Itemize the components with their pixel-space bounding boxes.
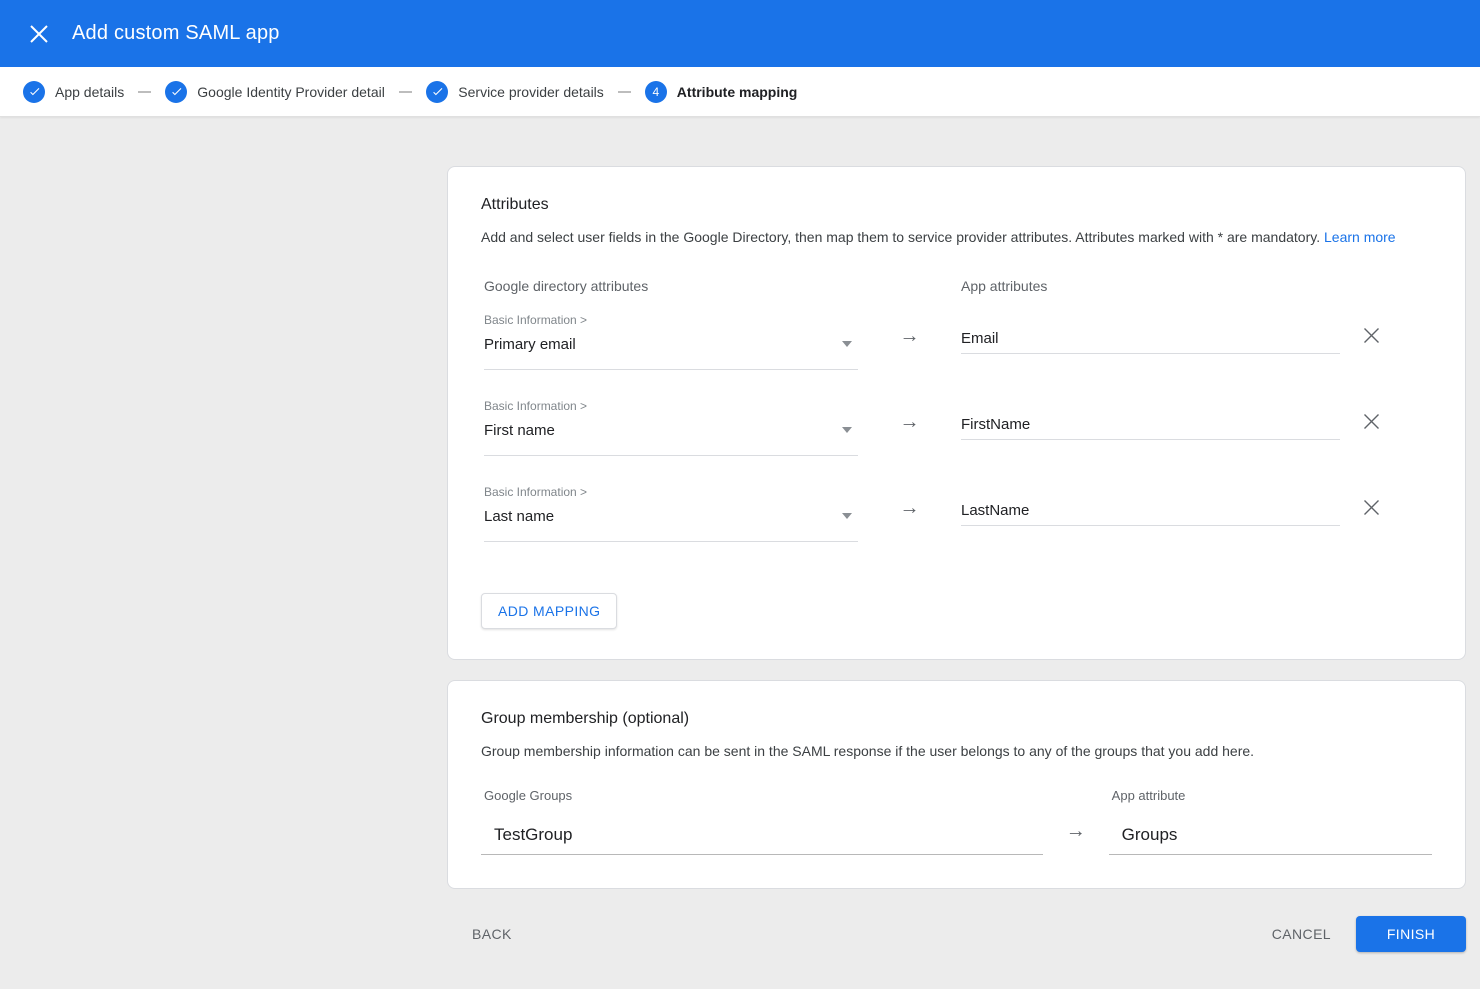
step-label: Google Identity Provider details	[197, 84, 385, 100]
column-headers: Google directory attributes App attribut…	[481, 276, 1432, 296]
remove-mapping-button[interactable]	[1358, 322, 1384, 348]
mapping-arrow-cell: →	[858, 398, 961, 456]
step-number-circle: 4	[645, 81, 667, 103]
directory-attribute-select[interactable]: Basic Information > Primary email	[481, 312, 858, 370]
selected-attribute-value: First name	[484, 421, 555, 441]
group-membership-card: Group membership (optional) Group member…	[447, 680, 1466, 889]
attributes-card-description: Add and select user fields in the Google…	[481, 227, 1432, 247]
group-app-attribute-input[interactable]	[1109, 823, 1432, 855]
selected-attribute-value: Last name	[484, 507, 554, 527]
chevron-down-icon	[842, 341, 852, 347]
group-card-description: Group membership information can be sent…	[481, 741, 1432, 761]
learn-more-link[interactable]: Learn more	[1324, 229, 1396, 245]
step-app-details[interactable]: App details	[23, 81, 124, 103]
close-icon	[1363, 499, 1380, 516]
attributes-card-title: Attributes	[481, 193, 1432, 217]
app-attribute-input[interactable]	[961, 329, 1340, 354]
arrow-right-icon: →	[900, 412, 920, 456]
google-groups-input[interactable]	[481, 823, 1043, 855]
cancel-button[interactable]: CANCEL	[1264, 918, 1339, 950]
add-mapping-button[interactable]: ADD MAPPING	[481, 593, 617, 629]
step-attribute-mapping[interactable]: 4 Attribute mapping	[645, 81, 798, 103]
chevron-down-icon	[842, 427, 852, 433]
check-icon	[28, 85, 41, 98]
mapping-row-last-name: Basic Information > Last name →	[481, 484, 1432, 542]
step-label: Attribute mapping	[677, 84, 798, 100]
chevron-down-icon	[842, 513, 852, 519]
arrow-right-icon: →	[1066, 821, 1086, 841]
step-check-circle	[165, 81, 187, 103]
mapping-arrow-cell: →	[858, 484, 961, 542]
directory-attribute-select[interactable]: Basic Information > Last name	[481, 484, 858, 542]
close-icon	[30, 25, 48, 43]
step-connector	[399, 91, 412, 93]
step-check-circle	[23, 81, 45, 103]
app-attributes-header: App attributes	[961, 276, 1047, 296]
arrow-right-icon: →	[900, 326, 920, 370]
select-underline	[484, 541, 858, 542]
step-connector	[618, 91, 631, 93]
remove-mapping-button[interactable]	[1358, 494, 1384, 520]
select-control[interactable]: Last name	[484, 507, 858, 527]
back-button[interactable]: BACK	[464, 918, 520, 950]
close-icon	[1363, 327, 1380, 344]
remove-mapping-button[interactable]	[1358, 408, 1384, 434]
step-number: 4	[652, 85, 659, 99]
google-groups-label: Google Groups	[481, 787, 1043, 805]
check-icon	[170, 85, 183, 98]
step-google-idp-details[interactable]: Google Identity Provider details	[165, 81, 385, 103]
select-control[interactable]: First name	[484, 421, 858, 441]
close-button[interactable]	[19, 14, 59, 54]
selected-attribute-value: Primary email	[484, 335, 576, 355]
mapping-rows: Basic Information > Primary email → Basi…	[481, 312, 1432, 542]
attribute-category-label: Basic Information >	[484, 312, 858, 328]
app-attribute-label: App attribute	[1109, 787, 1432, 805]
arrow-right-icon: →	[900, 498, 920, 542]
step-label: Service provider details	[458, 84, 604, 100]
step-connector	[138, 91, 151, 93]
step-check-circle	[426, 81, 448, 103]
attributes-description-text: Add and select user fields in the Google…	[481, 229, 1320, 245]
check-icon	[431, 85, 444, 98]
finish-button[interactable]: FINISH	[1356, 916, 1466, 952]
attribute-category-label: Basic Information >	[484, 484, 858, 500]
mapping-row-primary-email: Basic Information > Primary email →	[481, 312, 1432, 370]
dialog-header: Add custom SAML app	[0, 0, 1480, 67]
close-icon	[1363, 413, 1380, 430]
google-directory-attributes-header: Google directory attributes	[481, 276, 961, 296]
attribute-category-label: Basic Information >	[484, 398, 858, 414]
step-label: App details	[55, 84, 124, 100]
attributes-card: Attributes Add and select user fields in…	[447, 166, 1466, 660]
select-underline	[484, 369, 858, 370]
select-control[interactable]: Primary email	[484, 335, 858, 355]
mapping-arrow-cell: →	[858, 312, 961, 370]
group-fields-row: Google Groups → App attribute	[481, 787, 1432, 855]
wizard-actions: BACK CANCEL FINISH	[447, 916, 1466, 952]
mapping-row-first-name: Basic Information > First name →	[481, 398, 1432, 456]
group-arrow-cell: →	[1043, 787, 1109, 855]
select-underline	[484, 455, 858, 456]
directory-attribute-select[interactable]: Basic Information > First name	[481, 398, 858, 456]
google-groups-field: Google Groups	[481, 787, 1043, 855]
step-service-provider-details[interactable]: Service provider details	[426, 81, 604, 103]
wizard-stepper: App details Google Identity Provider det…	[0, 67, 1480, 117]
app-attribute-input[interactable]	[961, 501, 1340, 526]
dialog-title: Add custom SAML app	[72, 22, 280, 45]
app-attribute-input[interactable]	[961, 415, 1340, 440]
app-attribute-field: App attribute	[1109, 787, 1432, 855]
group-card-title: Group membership (optional)	[481, 707, 1432, 731]
